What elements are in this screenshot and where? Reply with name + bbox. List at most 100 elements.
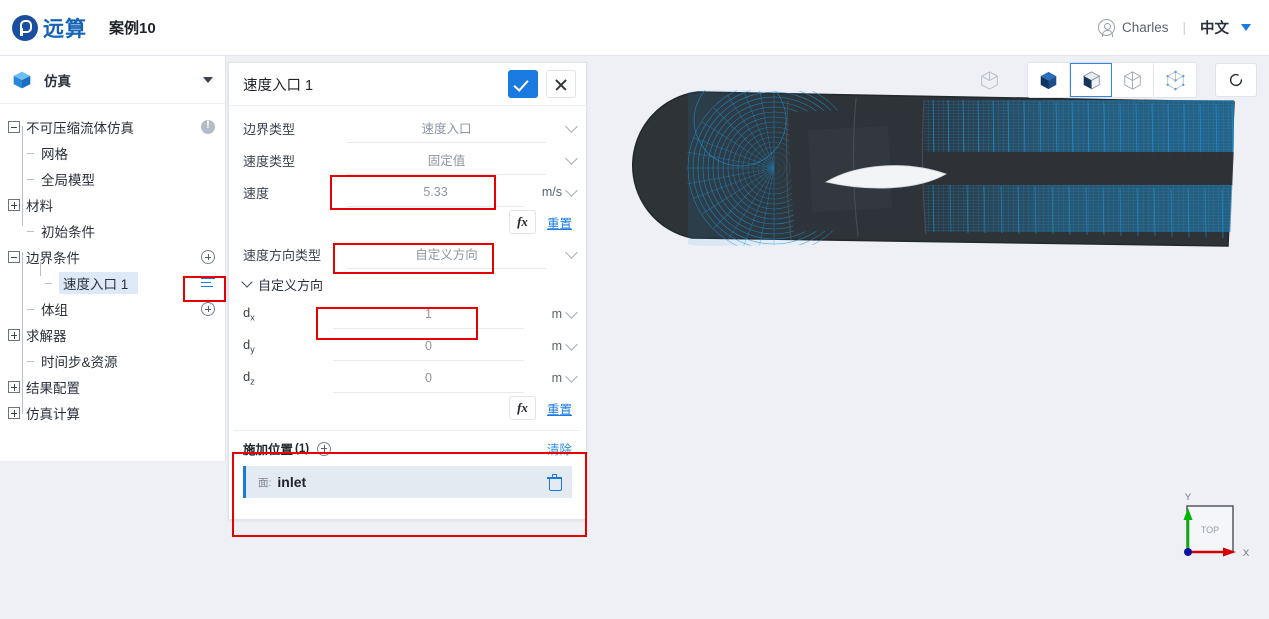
field-direction-type: 速度方向类型 自定义方向 [229,238,586,270]
tree-item-label: 材料 [26,199,53,214]
reset-link[interactable]: 重置 [547,213,572,232]
tree-item-label-wrap: 初始条件 [41,221,95,241]
viewport-3d[interactable]: TOP Y X [588,56,1269,619]
sidebar-header[interactable]: 仿真 [0,56,225,104]
divider: | [1182,20,1186,35]
solid-cube-view-icon[interactable] [1028,63,1070,97]
chevron-down-icon[interactable] [565,119,578,133]
points-cube-view-icon[interactable] [1154,63,1196,97]
brand[interactable]: 远算 [12,13,87,43]
velocity-unit-select[interactable]: m/s [524,183,578,199]
assignment-title: 施加位置 [243,443,294,457]
direction-type-select[interactable]: 自定义方向 [347,239,546,269]
tree-elbow [22,166,35,192]
language-label[interactable]: 中文 [1200,17,1229,38]
dy-input[interactable]: 0 [333,331,524,361]
tree-elbow [22,348,35,374]
tree-item-label-wrap: 速度入口 1 [59,272,139,294]
unit-label: m [551,307,562,321]
axis-orientation-widget[interactable]: TOP Y X [1160,484,1260,584]
velocity-input[interactable]: 5.33 [347,177,524,207]
custom-direction-section-header[interactable]: 自定义方向 [229,270,586,298]
user-menu[interactable]: Charles [1097,19,1168,37]
plus-circle-icon[interactable] [201,250,215,264]
tree-connector [40,262,41,276]
caret-down-icon[interactable] [203,76,213,83]
logo-icon [12,14,38,41]
tree-elbow [22,296,35,322]
dy-unit-select[interactable]: m [524,337,578,353]
sidebar-header-label: 仿真 [44,73,71,89]
field-label: dz [243,369,255,387]
dz-unit-select[interactable]: m [524,369,578,385]
formula-button[interactable]: fx [508,210,536,234]
boundary-type-select[interactable]: 速度入口 [347,113,546,143]
tree-item-label: 求解器 [26,329,67,344]
app-root: 远算 案例10 Charles | 中文 仿真 不可压缩流体仿真网格全局模型材料… [0,0,1269,619]
formula-button[interactable]: fx [508,396,536,420]
tree-item[interactable]: 边界条件 [0,244,225,270]
wireframe-edges-view-icon[interactable] [1112,63,1154,97]
velocity-type-select[interactable]: 固定值 [347,145,546,175]
clear-assignments-link[interactable]: 清除 [547,439,572,458]
field-velocity: 速度 5.33 m/s [229,176,586,208]
collapse-icon[interactable] [8,121,20,133]
tree-item[interactable]: 全局模型 [0,166,225,192]
field-dz: dz 0 m [229,362,586,394]
field-value: 速度入口 [421,122,472,136]
dx-unit-select[interactable]: m [524,305,578,321]
tree-item[interactable]: 求解器 [0,322,225,348]
collapse-icon[interactable] [8,251,20,263]
tree-item[interactable]: 仿真计算 [0,400,225,426]
tree-item-label-wrap: 网格 [41,143,68,163]
tree-connector [22,252,23,414]
tree-item-label-wrap: 仿真计算 [26,403,80,423]
tree-elbow [22,140,35,166]
tree-item[interactable]: 时间步&资源 [0,348,225,374]
plus-circle-icon[interactable] [201,302,215,316]
expand-icon[interactable] [8,407,20,419]
reset-view-icon[interactable] [1215,63,1257,97]
dz-input[interactable]: 0 [333,363,524,393]
tree-item-label: 初始条件 [41,225,95,240]
project-name: 案例10 [109,20,156,37]
tree-item[interactable]: 初始条件 [0,218,225,244]
surface-cube-view-icon[interactable] [1070,63,1112,97]
axis-face-label: TOP [1201,525,1219,535]
section-label: 自定义方向 [258,277,324,293]
tree-item[interactable]: 速度入口 1 [0,270,225,296]
dx-input[interactable]: 1 [333,299,524,329]
tree-item-label-wrap: 结果配置 [26,377,80,397]
assignment-item[interactable]: 面: inlet [243,466,572,498]
panel-body: 边界类型 速度入口 速度类型 固定值 速度 5.33 m/s fx 重置 速度方… [229,106,586,519]
logo-text: 远算 [43,17,87,41]
expand-icon[interactable] [8,329,20,341]
close-button[interactable] [546,70,576,98]
chevron-down-icon[interactable] [565,245,578,259]
tree-item[interactable]: 不可压缩流体仿真 [0,114,225,140]
tree-item[interactable]: 结果配置 [0,374,225,400]
tree-elbow [40,270,53,296]
tree-item[interactable]: 网格 [0,140,225,166]
list-icon[interactable] [201,277,215,289]
cube-icon [13,71,31,88]
expand-icon[interactable] [8,381,20,393]
trash-icon[interactable] [547,474,562,491]
confirm-button[interactable] [508,70,538,98]
reset-link[interactable]: 重置 [547,399,572,418]
chevron-down-icon [241,276,253,288]
wireframe-cube-view-icon[interactable] [971,63,1007,97]
tree-item-label: 不可压缩流体仿真 [26,121,134,136]
add-assignment-button[interactable] [317,441,332,456]
expand-icon[interactable] [8,199,20,211]
tree-item-label: 结果配置 [26,381,80,396]
tree-item-label-wrap: 材料 [26,195,53,215]
tree-item[interactable]: 材料 [0,192,225,218]
chevron-down-icon[interactable] [565,151,578,165]
field-value: 0 [425,370,432,385]
tree-item[interactable]: 体组 [0,296,225,322]
viewport-toolbar [971,62,1257,98]
chevron-down-icon [565,183,578,197]
tree-item-label: 边界条件 [26,251,80,266]
chevron-down-icon[interactable] [1241,24,1251,31]
